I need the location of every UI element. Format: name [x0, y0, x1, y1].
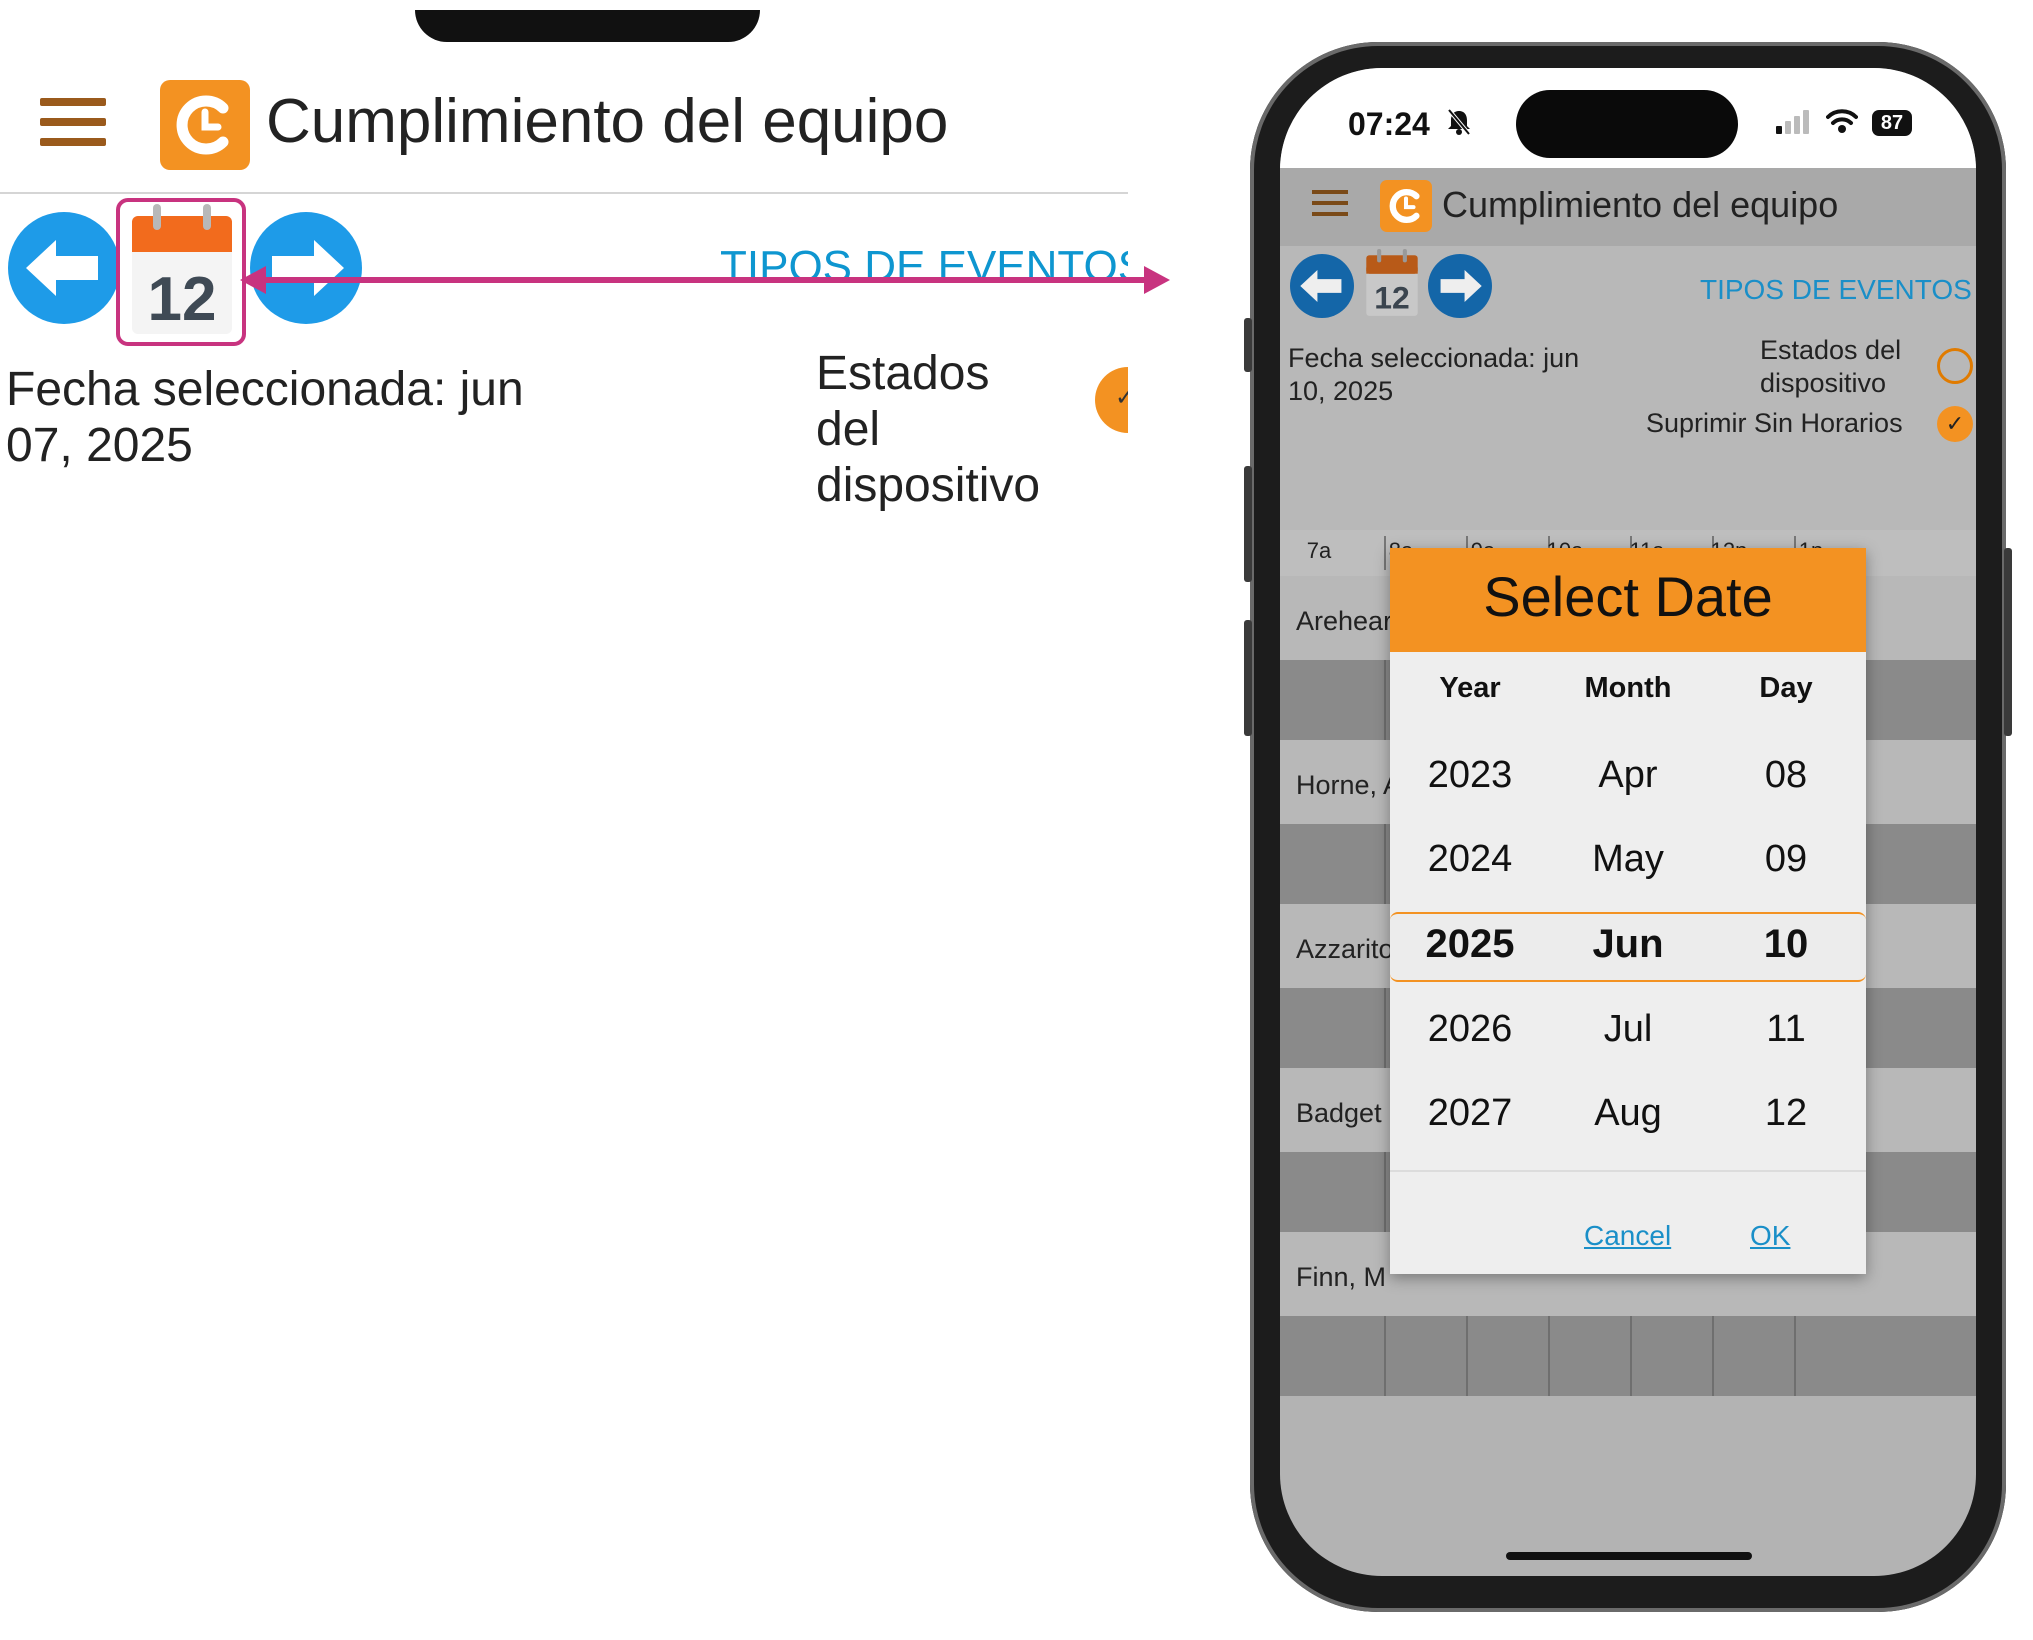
day-option[interactable]: 12: [1706, 1092, 1866, 1135]
zoom-device-states-label: Estados del dispositivo: [816, 347, 1041, 512]
day-column-header: Day: [1759, 672, 1813, 704]
battery-icon: 87: [1872, 110, 1912, 136]
month-option[interactable]: Jul: [1548, 1008, 1708, 1051]
annotation-arrow: [240, 262, 1170, 298]
device-states-label: Estados del dispositivo: [1760, 335, 1902, 398]
employee-row-bar: [1280, 1316, 1976, 1396]
dialog-header: Select Date: [1390, 548, 1866, 652]
device-states-toggle[interactable]: [1937, 348, 1973, 384]
year-option[interactable]: 2027: [1390, 1092, 1550, 1135]
wifi-icon: [1826, 108, 1858, 139]
zoom-notch: [415, 10, 760, 42]
calendar-day: 12: [1374, 280, 1409, 316]
dialog-divider: [1390, 1170, 1866, 1172]
phone-screen: 07:24 87 Cumplimiento del equipo 12 TIPO…: [1280, 68, 1976, 1576]
month-selected[interactable]: Jun: [1548, 922, 1708, 967]
ok-button[interactable]: OK: [1750, 1220, 1790, 1252]
zoom-divider: [0, 192, 1128, 194]
bell-muted-icon: [1446, 108, 1472, 141]
zoom-calendar-highlight: [116, 198, 246, 346]
date-nav-area: 12 TIPOS DE EVENTOS Fecha seleccionada: …: [1280, 246, 1976, 530]
selected-date-text: Fecha seleccionada: jun 10, 2025: [1288, 343, 1580, 406]
day-selected[interactable]: 10: [1706, 922, 1866, 967]
zoom-menu-icon[interactable]: [40, 98, 106, 146]
tipos-de-eventos-link[interactable]: TIPOS DE EVENTOS: [1700, 274, 1972, 306]
zoom-selected-date-text: Fecha seleccionada: jun 07, 2025: [6, 363, 524, 472]
zoom-page-title: Cumplimiento del equipo: [266, 87, 949, 156]
zoom-app-logo-icon: [160, 80, 250, 170]
app-logo-icon: [1380, 180, 1432, 232]
menu-icon[interactable]: [1312, 190, 1348, 220]
zoom-device-states-toggle[interactable]: ✓: [1095, 367, 1128, 433]
dynamic-island: [1516, 90, 1738, 158]
signal-icon: [1776, 110, 1810, 139]
prev-day-icon[interactable]: [1290, 254, 1354, 318]
month-column-header: Month: [1584, 672, 1672, 704]
year-option[interactable]: 2023: [1390, 754, 1550, 797]
month-option[interactable]: May: [1548, 838, 1708, 881]
day-option[interactable]: 08: [1706, 754, 1866, 797]
month-option[interactable]: Apr: [1548, 754, 1708, 797]
year-selected[interactable]: 2025: [1390, 922, 1550, 967]
year-option[interactable]: 2024: [1390, 838, 1550, 881]
status-time: 07:24: [1348, 106, 1430, 142]
day-option[interactable]: 09: [1706, 838, 1866, 881]
calendar-icon[interactable]: 12: [1360, 248, 1424, 320]
status-bar: 07:24 87: [1280, 68, 1976, 168]
app-header: Cumplimiento del equipo: [1280, 168, 1976, 246]
cancel-button[interactable]: Cancel: [1584, 1220, 1671, 1252]
check-icon[interactable]: ✓: [1937, 406, 1973, 442]
month-option[interactable]: Aug: [1548, 1092, 1708, 1135]
home-indicator[interactable]: [1506, 1552, 1752, 1560]
dialog-title: Select Date: [1483, 565, 1773, 628]
next-day-icon[interactable]: [1428, 254, 1492, 318]
day-option[interactable]: 11: [1706, 1008, 1866, 1051]
zoom-prev-day-icon[interactable]: [8, 212, 120, 324]
year-option[interactable]: 2026: [1390, 1008, 1550, 1051]
suppress-no-schedule-label: Suprimir Sin Horarios: [1646, 408, 1903, 438]
page-title: Cumplimiento del equipo: [1442, 184, 1839, 225]
year-column-header: Year: [1439, 672, 1501, 704]
select-date-dialog: Select Date Year Month Day 2023 2024 202…: [1390, 548, 1866, 1274]
